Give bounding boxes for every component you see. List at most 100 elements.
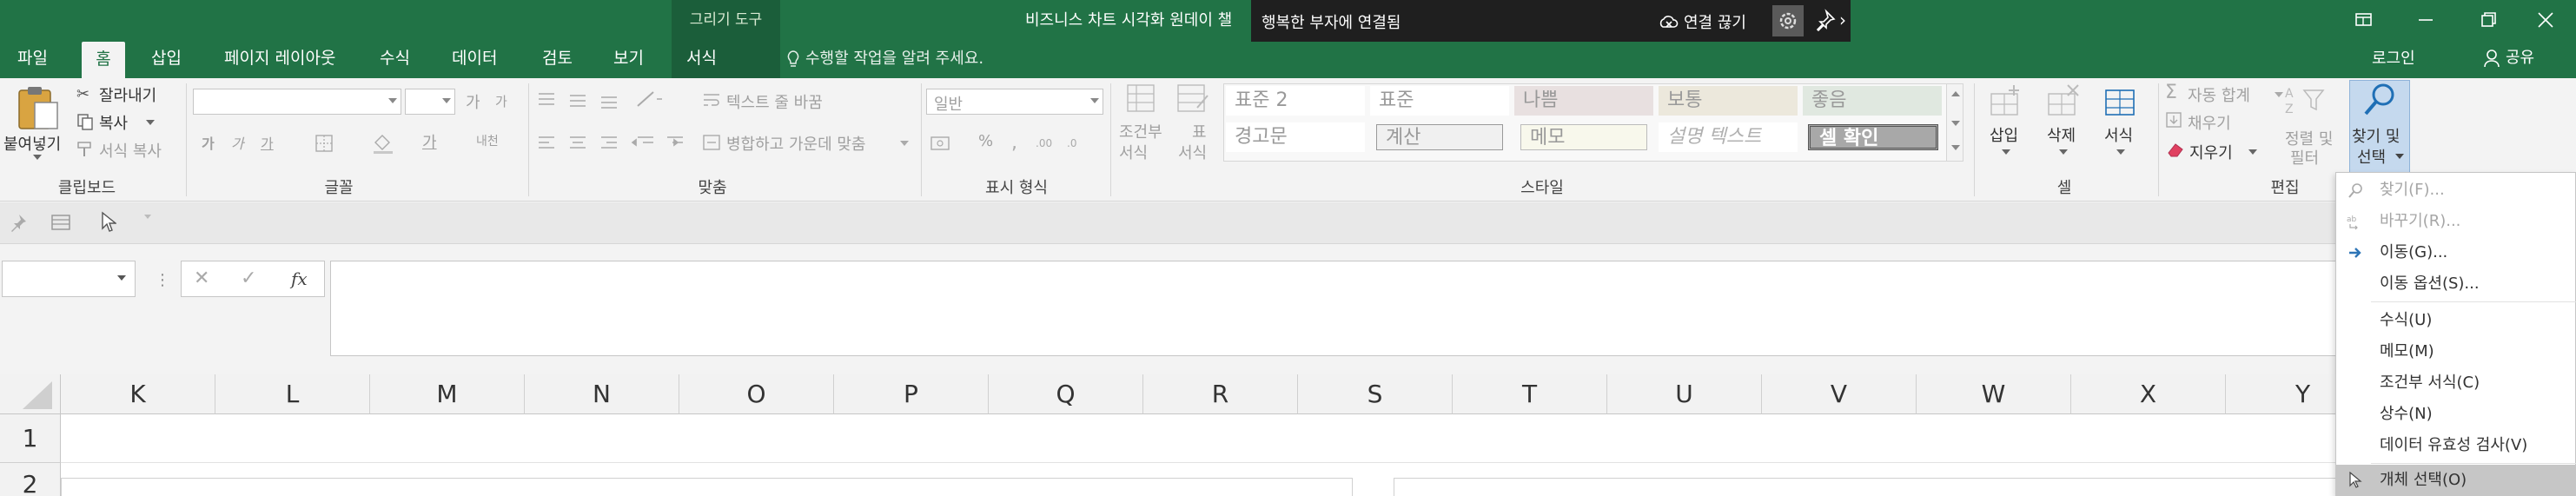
format-as-table-button[interactable]: 표 서식 — [1175, 82, 1218, 172]
chevron-right-icon[interactable]: › — [1839, 10, 1846, 30]
style-explanatory-text[interactable]: 설명 텍스트 — [1659, 122, 1798, 152]
shrink-font-button[interactable]: 가 — [495, 92, 507, 110]
tab-formulas[interactable]: 수식 — [374, 43, 415, 73]
orientation-icon[interactable] — [634, 89, 666, 109]
close-icon[interactable] — [2520, 7, 2572, 33]
menu-item-constants[interactable]: 상수(N) — [2336, 399, 2576, 430]
number-format-combo[interactable]: 일반 — [926, 89, 1103, 115]
align-top-icon[interactable] — [537, 90, 632, 109]
font-color-button[interactable]: 가 — [422, 130, 437, 153]
form-icon[interactable] — [50, 213, 71, 232]
grow-font-button[interactable]: 가 — [466, 90, 480, 113]
align-left-icon[interactable] — [537, 134, 693, 153]
column-header-l[interactable]: L — [215, 374, 370, 414]
fill-color-icon[interactable] — [372, 132, 398, 155]
chart-object-right[interactable] — [1394, 478, 2349, 496]
style-check-cell[interactable]: 셀 확인 — [1808, 124, 1938, 150]
menu-item-find[interactable]: 찾기(F)... — [2336, 175, 2576, 206]
sort-filter-button[interactable]: AZ 정렬 및 필터 — [2285, 82, 2334, 172]
column-header-o[interactable]: O — [679, 374, 834, 414]
insert-cells-button[interactable]: 삽입 — [1983, 82, 2031, 172]
tab-page-layout[interactable]: 페이지 레이아웃 — [219, 43, 341, 73]
find-select-button[interactable]: 찾기 및 선택 — [2349, 80, 2410, 175]
font-name-combo[interactable] — [193, 89, 401, 115]
font-size-combo[interactable] — [405, 89, 455, 115]
chart-object-left[interactable] — [61, 478, 1353, 496]
style-good[interactable]: 좋음 — [1803, 86, 1942, 116]
conditional-formatting-button[interactable]: 조건부 서식 — [1116, 82, 1168, 172]
customize-toolbar-icon[interactable] — [144, 215, 151, 219]
style-note[interactable]: 메모 — [1520, 124, 1647, 150]
style-bad[interactable]: 나쁨 — [1514, 86, 1653, 116]
column-header-v[interactable]: V — [1762, 374, 1917, 414]
accounting-icon[interactable] — [930, 134, 961, 153]
chevron-down-icon[interactable] — [117, 275, 126, 281]
formula-bar-grip[interactable]: ⋮ — [155, 271, 170, 289]
tab-view[interactable]: 보기 — [608, 43, 649, 73]
pin-icon[interactable] — [1814, 9, 1837, 31]
tab-review[interactable]: 검토 — [537, 43, 578, 73]
delete-cells-button[interactable]: 삭제 — [2040, 82, 2089, 172]
insert-function-icon[interactable]: fx — [291, 268, 308, 289]
tab-data[interactable]: 데이터 — [447, 43, 502, 73]
enter-icon[interactable]: ✓ — [241, 268, 256, 289]
tab-file[interactable]: 파일 — [12, 43, 53, 73]
signin-link[interactable]: 로그인 — [2372, 46, 2415, 69]
share-button[interactable]: 공유 — [2483, 43, 2561, 73]
decimal-increase-icon[interactable]: .00 .0 — [1034, 134, 1095, 153]
menu-item-formulas[interactable]: 수식(U) — [2336, 305, 2576, 336]
menu-item-select-objects[interactable]: 개체 선택(O) — [2336, 465, 2576, 496]
gear-icon[interactable] — [1772, 5, 1804, 36]
menu-item-comments[interactable]: 메모(M) — [2336, 336, 2576, 367]
menu-item-goto[interactable]: 이동(G)... — [2336, 237, 2576, 268]
comma-style-icon[interactable]: , — [1011, 132, 1017, 154]
column-header-q[interactable]: Q — [989, 374, 1143, 414]
more-icon[interactable] — [1951, 145, 1960, 150]
style-calculation[interactable]: 계산 — [1376, 124, 1503, 150]
style-neutral[interactable]: 보통 — [1659, 86, 1798, 116]
menu-item-data-validation[interactable]: 데이터 유효성 검사(V) — [2336, 430, 2576, 461]
remote-disconnect-button[interactable]: 연결 끊기 — [1659, 10, 1746, 33]
ribbon-display-options-icon[interactable] — [2337, 7, 2389, 33]
menu-item-replace[interactable]: ab 바꾸기(R)... — [2336, 206, 2576, 237]
paste-button[interactable]: 붙여넣기 — [3, 83, 68, 167]
italic-button[interactable]: 가 — [231, 132, 244, 153]
tab-drawing-format[interactable]: 서식 — [686, 45, 717, 69]
column-header-u[interactable]: U — [1607, 374, 1762, 414]
formula-input[interactable] — [330, 261, 2576, 356]
column-header-x[interactable]: X — [2071, 374, 2226, 414]
select-all-corner[interactable] — [0, 374, 61, 414]
menu-item-goto-special[interactable]: 이동 옵션(S)... — [2336, 268, 2576, 300]
column-header-t[interactable]: T — [1453, 374, 1607, 414]
style-warning-text[interactable]: 경고문 — [1226, 122, 1365, 152]
percent-button[interactable]: % — [978, 132, 993, 150]
minimize-icon[interactable] — [2400, 7, 2452, 33]
column-header-s[interactable]: S — [1298, 374, 1453, 414]
border-icon[interactable] — [315, 134, 334, 153]
tab-insert[interactable]: 삽입 — [146, 43, 187, 73]
tab-home[interactable]: 홈 — [82, 42, 125, 78]
column-header-r[interactable]: R — [1143, 374, 1298, 414]
row-header-1[interactable]: 1 — [0, 414, 61, 463]
name-box[interactable] — [2, 261, 136, 297]
column-header-m[interactable]: M — [370, 374, 525, 414]
chevron-up-icon[interactable] — [1951, 91, 1960, 96]
style-normal[interactable]: 표준 — [1370, 86, 1509, 116]
column-header-n[interactable]: N — [525, 374, 679, 414]
column-header-p[interactable]: P — [834, 374, 989, 414]
format-cells-button[interactable]: 서식 — [2097, 82, 2146, 172]
cancel-icon[interactable]: ✕ — [194, 268, 209, 289]
underline-button[interactable]: 가 — [261, 132, 274, 153]
gallery-scroll[interactable] — [1946, 83, 1963, 162]
tell-me-box[interactable]: 수행할 작업을 알려 주세요. — [786, 46, 983, 69]
bold-button[interactable]: 가 — [202, 132, 215, 153]
menu-item-conditional-formatting[interactable]: 조건부 서식(C) — [2336, 367, 2576, 399]
column-header-w[interactable]: W — [1917, 374, 2071, 414]
row-header-2[interactable]: 2 — [0, 463, 61, 496]
pointer-icon[interactable] — [99, 211, 116, 234]
style-normal-2[interactable]: 표준 2 — [1226, 86, 1365, 116]
phonetic-button[interactable]: 내천 — [476, 132, 499, 149]
chevron-down-icon[interactable] — [1951, 121, 1960, 126]
pin-icon[interactable] — [9, 213, 28, 232]
column-header-k[interactable]: K — [61, 374, 215, 414]
